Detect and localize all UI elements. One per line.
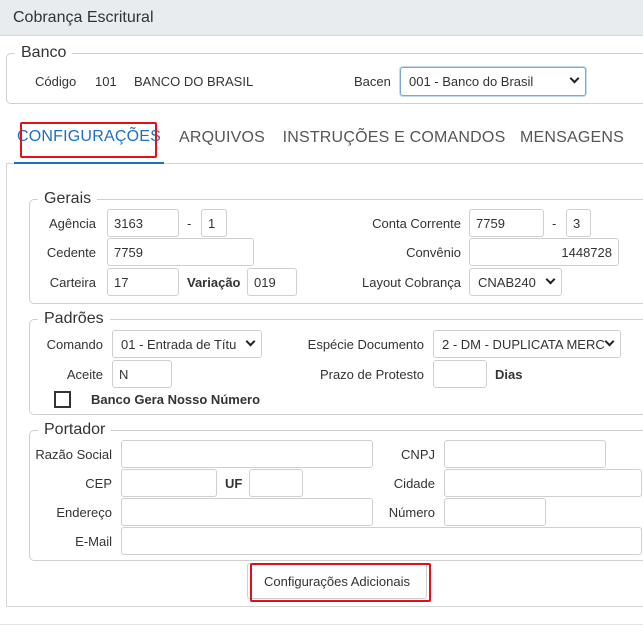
aceite-input[interactable]: N [112, 360, 172, 388]
highlight-button-box [250, 563, 431, 602]
cedente-label: Cedente [46, 245, 96, 260]
tab-instrucoes-comandos[interactable]: INSTRUÇÕES E COMANDOS [283, 112, 506, 164]
chevron-down-icon [604, 336, 615, 347]
carteira-input[interactable]: 17 [107, 268, 179, 296]
padroes-legend: Padrões [44, 310, 104, 327]
especie-documento-label: Espécie Documento [307, 337, 424, 352]
especie-documento-select[interactable]: 2 - DM - DUPLICATA MERC [433, 330, 621, 358]
window-title: Cobrança Escritural [0, 0, 643, 36]
banco-nome: BANCO DO BRASIL [134, 74, 254, 89]
banco-gera-nosso-numero-label: Banco Gera Nosso Número [91, 392, 261, 407]
cedente-input[interactable]: 7759 [107, 238, 254, 266]
chevron-down-icon [569, 73, 580, 84]
highlight-tab-box [20, 122, 157, 158]
email-label: E-Mail [75, 534, 112, 549]
cidade-label: Cidade [393, 476, 435, 491]
numero-label: Número [388, 505, 435, 520]
razao-social-label: Razão Social [35, 447, 112, 462]
aceite-label: Aceite [66, 367, 103, 382]
prazo-protesto-label: Prazo de Protesto [319, 367, 424, 382]
cnpj-input[interactable] [444, 440, 606, 468]
cidade-input[interactable] [444, 469, 642, 497]
codigo-label: Código [35, 74, 77, 89]
email-input[interactable] [121, 527, 642, 555]
agencia-dv-input[interactable]: 1 [201, 209, 227, 237]
tab-arquivos[interactable]: ARQUIVOS [172, 112, 272, 164]
bacen-label: Bacen [354, 74, 391, 89]
conta-dv-input[interactable]: 3 [566, 209, 591, 237]
uf-label: UF [225, 476, 243, 491]
uf-input[interactable] [249, 469, 303, 497]
portador-legend: Portador [44, 421, 106, 438]
agencia-label: Agência [49, 216, 96, 231]
banco-gera-nosso-numero-checkbox[interactable] [54, 391, 71, 408]
layout-cobranca-label: Layout Cobrança [361, 275, 461, 290]
bacen-select-value: 001 - Banco do Brasil [409, 74, 534, 89]
numero-input[interactable] [444, 498, 546, 526]
chevron-down-icon [245, 336, 256, 347]
conta-corrente-input[interactable]: 7759 [469, 209, 544, 237]
variacao-label: Variação [187, 275, 241, 290]
agencia-input[interactable]: 3163 [107, 209, 179, 237]
conta-dash: - [552, 216, 557, 231]
razao-social-input[interactable] [121, 440, 373, 468]
tab-mensagens-label: MENSAGENS [519, 129, 625, 146]
endereco-label: Endereço [56, 505, 112, 520]
variacao-input[interactable]: 019 [247, 268, 297, 296]
bacen-select[interactable]: 001 - Banco do Brasil [400, 67, 586, 96]
convenio-label: Convênio [406, 245, 461, 260]
endereco-input[interactable] [121, 498, 373, 526]
cep-input[interactable] [121, 469, 217, 497]
gerais-legend: Gerais [44, 190, 92, 207]
conta-corrente-label: Conta Corrente [372, 216, 461, 231]
chevron-down-icon [545, 274, 556, 285]
banco-legend: Banco [21, 44, 67, 61]
codigo-value: 101 [95, 74, 117, 89]
convenio-input[interactable]: 1448728 [469, 238, 619, 266]
layout-cobranca-select[interactable]: CNAB240 [469, 268, 562, 296]
cep-label: CEP [85, 476, 112, 491]
comando-value: 01 - Entrada de Títu [121, 336, 237, 352]
cnpj-label: CNPJ [401, 447, 435, 462]
tab-arquivos-label: ARQUIVOS [178, 129, 266, 146]
comando-select[interactable]: 01 - Entrada de Títu [112, 330, 262, 358]
especie-documento-value: 2 - DM - DUPLICATA MERC [442, 336, 605, 352]
carteira-label: Carteira [49, 275, 96, 290]
layout-cobranca-value: CNAB240 [478, 274, 536, 290]
dias-label: Dias [495, 367, 523, 382]
agencia-dash: - [187, 216, 192, 231]
comando-label: Comando [46, 337, 103, 352]
tab-instrucoes-label: INSTRUÇÕES E COMANDOS [282, 129, 506, 146]
footer-divider [0, 624, 643, 625]
tab-mensagens[interactable]: MENSAGENS [520, 112, 624, 164]
prazo-protesto-input[interactable] [433, 360, 487, 388]
